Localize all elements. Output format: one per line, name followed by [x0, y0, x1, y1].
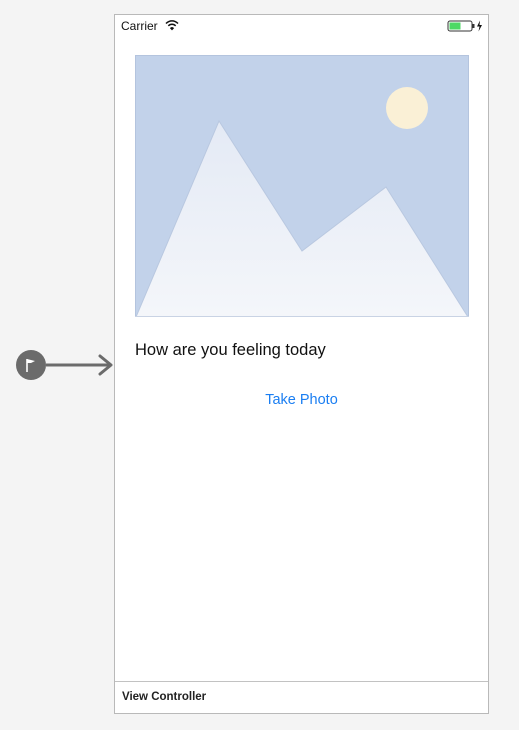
wifi-icon [165, 20, 179, 31]
scene-dock[interactable]: View Controller [115, 681, 488, 713]
carrier-label: Carrier [121, 19, 158, 33]
scene-title: View Controller [122, 691, 207, 703]
storyboard-entry-point-icon[interactable] [14, 348, 116, 382]
storyboard-canvas: Carrier How are you feeling today Take P… [0, 0, 519, 730]
image-view [135, 55, 469, 317]
view-controller-scene[interactable]: Carrier How are you feeling today Take P… [114, 14, 489, 714]
question-label: How are you feeling today [135, 341, 326, 359]
image-placeholder-icon [135, 55, 469, 317]
take-photo-button[interactable]: Take Photo [115, 392, 488, 408]
battery-charging-icon [447, 20, 482, 32]
status-bar: Carrier [115, 15, 488, 37]
